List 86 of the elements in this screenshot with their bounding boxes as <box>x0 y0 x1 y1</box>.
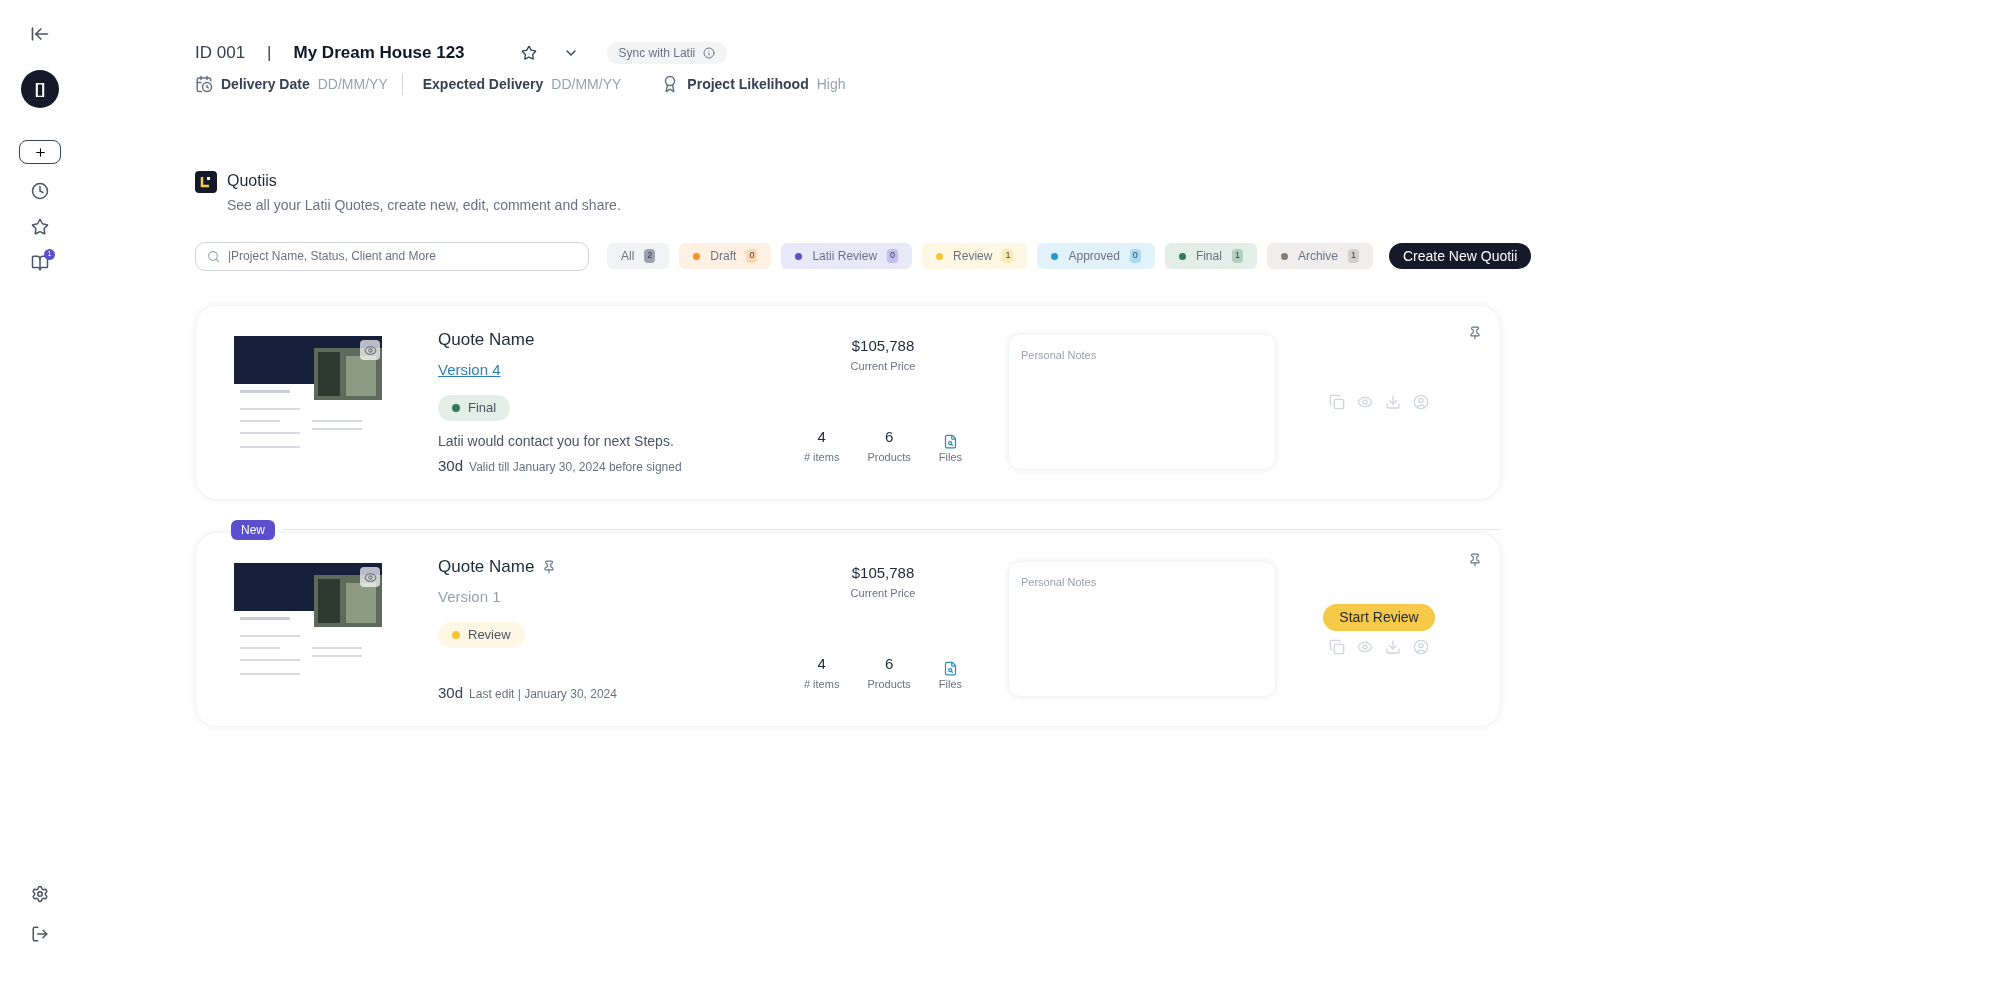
field-label: Delivery Date <box>221 74 310 94</box>
field-value: High <box>816 74 846 94</box>
price: $105,788 <box>851 336 915 356</box>
date-note: Valid till January 30, 2024 before signed <box>469 458 682 476</box>
status-message: Latii would contact you for next Steps. <box>438 431 675 451</box>
start-review-button[interactable]: Start Review <box>1323 603 1435 631</box>
notes-field[interactable]: Personal Notes <box>1008 334 1276 470</box>
quotiis-logo-icon <box>195 170 217 193</box>
filter-label: Latii Review <box>812 248 878 265</box>
filter-label: Archive <box>1297 248 1338 265</box>
filter-count: 0 <box>746 249 758 263</box>
stat-value: 6 <box>884 427 894 447</box>
favorite-icon[interactable] <box>520 44 537 61</box>
pin-icon[interactable] <box>542 559 557 574</box>
filter-count: 0 <box>887 249 899 263</box>
files-button[interactable]: Files <box>938 660 963 692</box>
filter-count: 1 <box>1002 249 1014 263</box>
filter-chip[interactable]: Approved 0 <box>1037 243 1155 269</box>
status-chip: Final <box>438 395 511 421</box>
filter-label: Final <box>1195 248 1222 265</box>
field-label: Project Likelihood <box>687 74 809 94</box>
book-icon[interactable] <box>31 254 49 272</box>
filter-chip[interactable]: Archive 1 <box>1266 243 1373 269</box>
date-note: Last edit | January 30, 2024 <box>469 685 617 703</box>
title-separator: | <box>267 42 272 64</box>
files-button[interactable]: Files <box>938 433 963 465</box>
eye-icon <box>363 343 377 357</box>
price: $105,788 <box>851 563 915 583</box>
eye-icon <box>363 570 377 584</box>
filter-label: Draft <box>710 248 737 265</box>
filter-label: Approved <box>1068 248 1120 265</box>
filter-chip[interactable]: All 2 <box>607 243 670 269</box>
field-label: Expected Delivery <box>422 74 544 94</box>
price-label: Current Price <box>850 585 916 601</box>
preview-button[interactable] <box>360 567 380 587</box>
version-link[interactable]: Version 4 <box>438 358 501 381</box>
project-name: My Dream House 123 <box>293 42 465 64</box>
collapse-icon[interactable] <box>30 24 50 44</box>
project-id: ID 001 <box>195 42 246 64</box>
section-title: Quotiis <box>227 170 278 191</box>
filter-chip[interactable]: Draft 0 <box>679 243 772 269</box>
add-button[interactable] <box>19 140 61 164</box>
filter-count: 1 <box>1347 249 1359 263</box>
filter-label: All <box>621 248 635 265</box>
search-field[interactable]: |Project Name, Status, Client and More <box>195 241 589 271</box>
stat-value: 6 <box>884 654 894 674</box>
section-subtitle: See all your Latii Quotes, create new, edit, comment and share. <box>227 195 621 215</box>
price-label: Current Price <box>850 358 916 374</box>
stat-label: # items <box>803 449 840 465</box>
days-count: 30d <box>438 455 464 476</box>
pin-icon[interactable] <box>1468 325 1482 340</box>
quote-name: Quote Name <box>438 329 535 351</box>
sync-button[interactable]: Sync with Latii <box>606 41 728 64</box>
quote-name: Quote Name <box>438 556 535 578</box>
status-chip: Review <box>438 622 525 648</box>
filter-chip[interactable]: Latii Review 0 <box>781 243 913 269</box>
info-icon <box>703 46 716 59</box>
stat-value: 4 <box>817 654 826 674</box>
settings-icon[interactable] <box>31 885 49 903</box>
plus-icon <box>33 145 47 159</box>
filter-count: 0 <box>1129 249 1141 263</box>
stat-label: Products <box>867 676 911 692</box>
filter-count: 1 <box>1231 249 1243 263</box>
filter-label: Review <box>953 248 993 265</box>
new-badge: New <box>231 519 275 540</box>
preview-button[interactable] <box>360 340 380 360</box>
filter-count: 2 <box>644 249 656 263</box>
calendar-icon <box>195 75 213 93</box>
search-icon <box>207 249 220 263</box>
days-count: 30d <box>438 682 464 703</box>
file-icon <box>942 660 958 676</box>
file-icon <box>942 433 958 449</box>
field-value: DD/MM/YY <box>317 74 388 94</box>
logout-icon[interactable] <box>31 925 49 943</box>
stat-label: # items <box>803 676 840 692</box>
notes-field[interactable]: Personal Notes <box>1008 561 1276 697</box>
star-icon[interactable] <box>31 218 49 236</box>
logo: [] <box>21 70 59 108</box>
stat-value: 4 <box>817 427 826 447</box>
pin-icon[interactable] <box>1468 552 1482 567</box>
field-value: DD/MM/YY <box>551 74 622 94</box>
filter-chip[interactable]: Review 1 <box>922 243 1028 269</box>
filter-chip[interactable]: Final 1 <box>1164 243 1257 269</box>
stat-label: Products <box>867 449 911 465</box>
history-icon[interactable] <box>31 182 49 200</box>
create-quote-button[interactable]: Create New Quotii <box>1388 243 1532 269</box>
